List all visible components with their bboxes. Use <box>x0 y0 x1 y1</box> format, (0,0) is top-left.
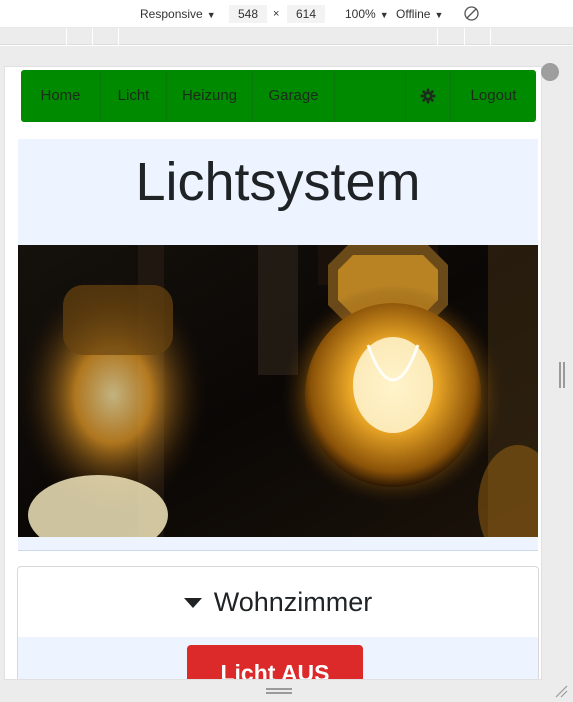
devtools-device-toolbar: Responsive ▼ 548 × 614 100% ▼ Offline ▼ <box>0 0 573 28</box>
nav-item-garage[interactable]: Garage <box>253 70 335 122</box>
ruler-segment[interactable] <box>118 28 119 45</box>
scroll-indicator[interactable] <box>541 63 559 81</box>
hero-title-section: Lichtsystem <box>18 139 538 245</box>
dimension-separator: × <box>273 8 280 20</box>
nav-item-home[interactable]: Home <box>21 70 101 122</box>
resize-handle-right[interactable] <box>559 362 565 388</box>
ruler-segment[interactable] <box>490 28 491 45</box>
resize-corner-icon[interactable] <box>554 684 568 698</box>
zoom-select-label: 100% <box>345 7 376 21</box>
room-card-body: Licht AUS <box>18 637 538 679</box>
nav-item-heizung[interactable]: Heizung <box>167 70 253 122</box>
zoom-select[interactable]: 100% ▼ <box>345 6 389 22</box>
caret-down-icon <box>183 598 202 608</box>
section-divider <box>18 537 538 551</box>
viewport-height-input[interactable]: 614 <box>287 5 325 23</box>
light-off-button[interactable]: Licht AUS <box>187 645 363 679</box>
rotate-icon[interactable] <box>463 5 480 22</box>
resize-handle-bottom[interactable] <box>266 688 292 694</box>
network-throttle-select[interactable]: Offline ▼ <box>396 6 443 22</box>
gear-icon <box>420 88 436 104</box>
ruler-segment[interactable] <box>92 28 93 45</box>
nav-item-licht[interactable]: Licht <box>101 70 167 122</box>
emulated-viewport: Home Licht Heizung Garage Logout Lichtsy… <box>4 66 542 680</box>
chevron-down-icon: ▼ <box>206 10 216 20</box>
device-select[interactable]: Responsive ▼ <box>140 6 216 22</box>
page-title: Lichtsystem <box>135 152 421 212</box>
chevron-down-icon: ▼ <box>434 10 444 20</box>
logout-link[interactable]: Logout <box>451 70 536 122</box>
network-select-label: Offline <box>396 7 431 21</box>
viewport-width-input[interactable]: 548 <box>229 5 267 23</box>
chevron-down-icon: ▼ <box>379 10 389 20</box>
ruler-segment[interactable] <box>437 28 438 45</box>
hero-lightbulb-image <box>18 245 538 537</box>
ruler-segment[interactable] <box>464 28 465 45</box>
lightbulbs-illustration <box>18 245 538 537</box>
ruler-segment[interactable] <box>66 28 67 45</box>
device-select-label: Responsive <box>140 7 203 21</box>
room-card-header[interactable]: Wohnzimmer <box>18 567 538 637</box>
settings-button[interactable] <box>405 70 451 122</box>
media-query-ruler[interactable] <box>0 28 573 45</box>
room-name: Wohnzimmer <box>213 586 373 617</box>
main-navbar: Home Licht Heizung Garage Logout <box>21 70 536 122</box>
room-card-wohnzimmer: Wohnzimmer Licht AUS <box>17 566 539 679</box>
